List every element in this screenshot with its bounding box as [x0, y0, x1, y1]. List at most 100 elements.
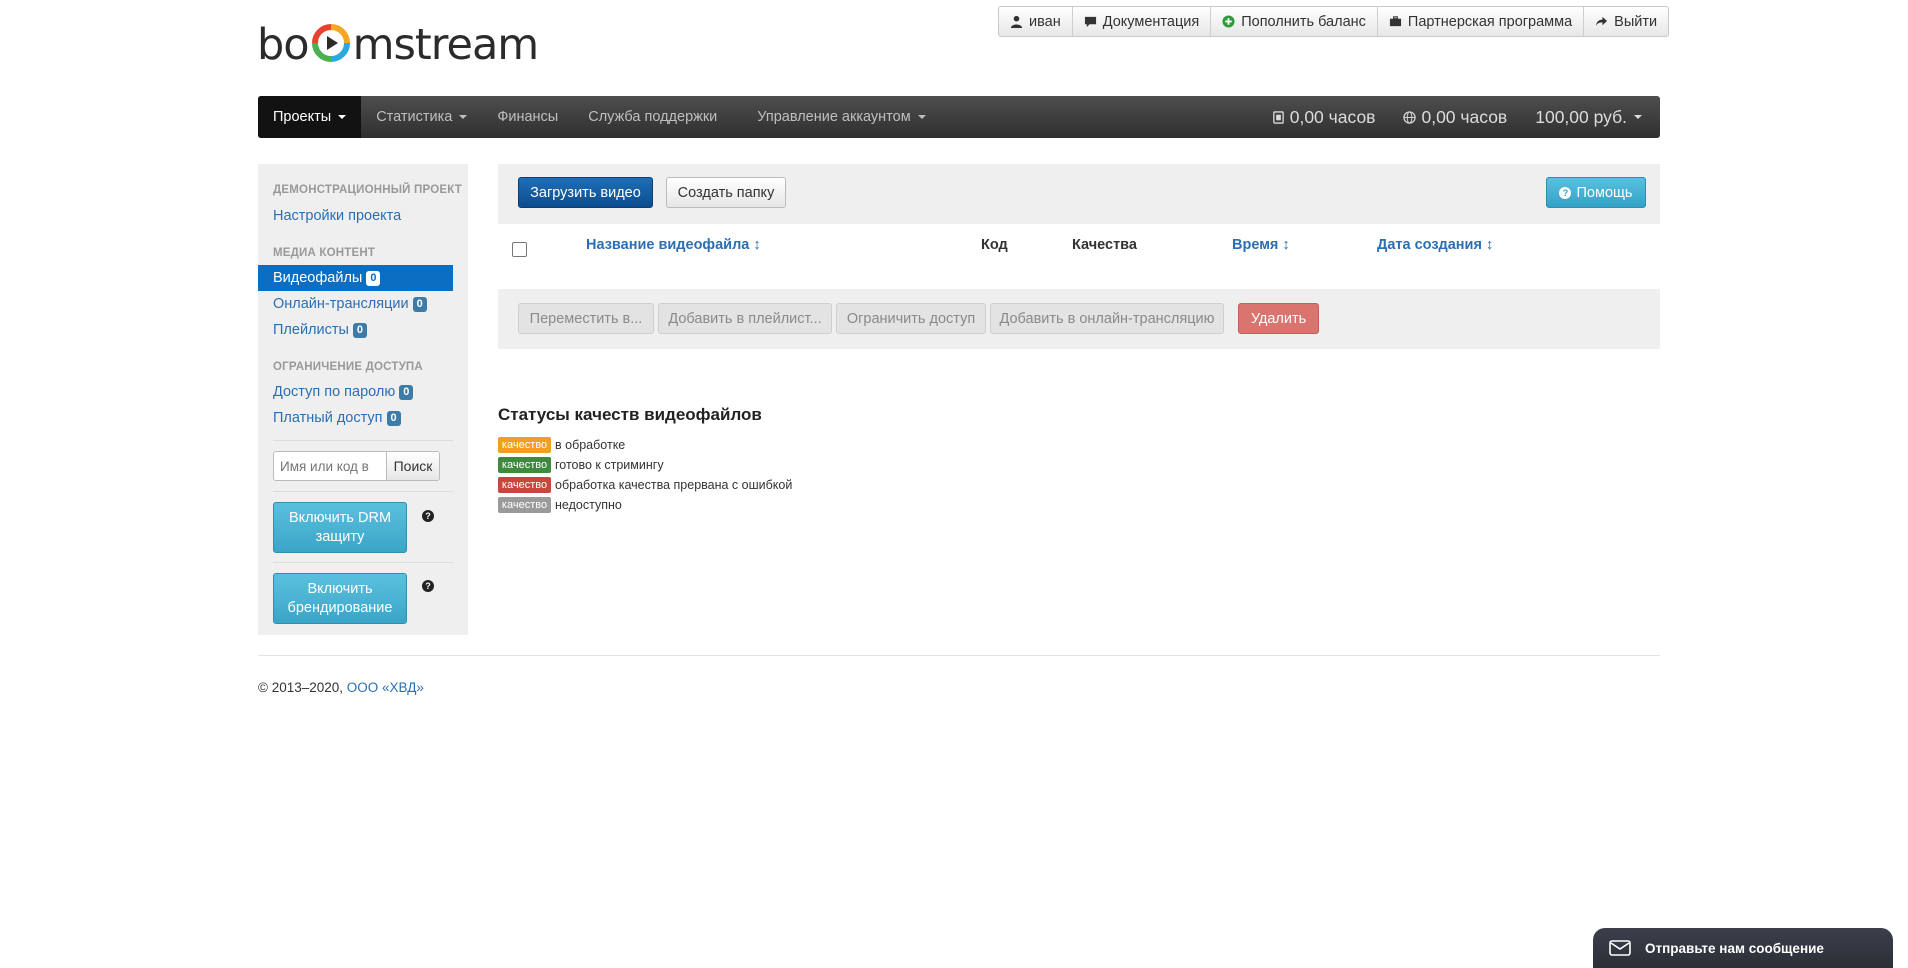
status-badge-ready: качество	[498, 457, 551, 473]
user-icon	[1010, 15, 1023, 28]
question-icon[interactable]: ?	[422, 510, 434, 522]
video-toolbar: Загрузить видео Создать папку ? Помощь	[498, 164, 1660, 224]
envelope-icon	[1609, 940, 1631, 956]
enable-branding-button[interactable]: Включить брендирование	[273, 573, 407, 624]
col-header-created[interactable]: Дата создания ↕	[1377, 237, 1493, 253]
status-text: в обработке	[555, 438, 626, 452]
question-icon[interactable]: ?	[422, 580, 434, 592]
sidebar-header-access: Ограничение доступа	[273, 361, 423, 373]
playlists-count-badge: 0	[352, 322, 368, 338]
nav-support[interactable]: Служба поддержки	[573, 96, 732, 138]
sort-icon: ↕	[753, 237, 761, 253]
sidebar-divider	[273, 491, 453, 492]
nav-account[interactable]: Управление аккаунтом	[732, 96, 940, 138]
drm-label-line2: защиту	[315, 528, 365, 545]
enable-drm-button[interactable]: Включить DRM защиту	[273, 502, 407, 553]
caret-down-icon	[1634, 115, 1642, 119]
status-text: обработка качества прервана с ошибкой	[555, 478, 793, 492]
logout-button[interactable]: Выйти	[1584, 7, 1668, 36]
paid-count-badge: 0	[386, 410, 401, 426]
add-to-live-button[interactable]: Добавить в онлайн-трансляцию	[990, 303, 1224, 334]
delete-button[interactable]: Удалить	[1238, 303, 1319, 334]
col-created-label: Дата создания	[1377, 237, 1482, 253]
user-button[interactable]: иван	[999, 7, 1073, 36]
plus-circle-icon	[1222, 15, 1235, 28]
sidebar-item-project-settings[interactable]: Настройки проекта	[273, 208, 401, 224]
status-badge-error: качество	[498, 477, 551, 493]
topup-button[interactable]: Пополнить баланс	[1211, 7, 1378, 36]
nav-stats[interactable]: Статистика	[361, 96, 482, 138]
caret-down-icon	[338, 115, 347, 119]
question-icon: ?	[1559, 186, 1572, 199]
sidebar-item-label: Плейлисты	[273, 322, 349, 338]
status-badge-processing: качество	[498, 437, 551, 453]
chat-label: Отправьте нам сообщение	[1645, 940, 1824, 956]
sidebar-item-videos[interactable]: Видеофайлы 0	[258, 265, 453, 291]
partner-button[interactable]: Партнерская программа	[1378, 7, 1585, 36]
col-header-quality: Качества	[1072, 237, 1137, 253]
caret-down-icon	[917, 115, 926, 119]
share-arrow-icon	[1596, 16, 1608, 27]
col-header-code: Код	[981, 237, 1008, 253]
live-count-badge: 0	[412, 296, 427, 312]
sidebar-header-media: Медиа контент	[273, 247, 376, 259]
chat-widget[interactable]: Отправьте нам сообщение	[1593, 928, 1893, 968]
nav-account-label: Управление аккаунтом	[757, 109, 911, 125]
statuses-title: Статусы качеств видеофайлов	[498, 405, 762, 424]
sidebar-item-playlists[interactable]: Плейлисты 0	[273, 322, 368, 338]
sort-icon: ↕	[1485, 237, 1494, 253]
sidebar-item-label: Платный доступ	[273, 410, 383, 426]
password-count-badge: 0	[399, 384, 414, 400]
logout-label: Выйти	[1614, 13, 1658, 30]
sidebar-item-paid-access[interactable]: Платный доступ 0	[273, 410, 401, 426]
topup-label: Пополнить баланс	[1241, 13, 1366, 30]
status-row: качество в обработке	[498, 437, 625, 453]
company-link[interactable]: ООО «ХВД»	[347, 680, 424, 695]
comment-icon	[1084, 16, 1096, 28]
sidebar-item-label: Доступ по паролю	[273, 384, 396, 400]
storage-hours: 0,00 часов	[1258, 96, 1390, 138]
move-to-button[interactable]: Переместить в...	[518, 303, 654, 334]
nav-finance[interactable]: Финансы	[482, 96, 573, 138]
restrict-access-button[interactable]: Ограничить доступ	[836, 303, 986, 334]
col-header-name[interactable]: Название видеофайла ↕	[586, 237, 761, 253]
nav-projects[interactable]: Проекты	[258, 96, 362, 138]
globe-icon	[1403, 110, 1417, 124]
col-time-label: Время	[1232, 237, 1279, 253]
status-text: недоступно	[555, 498, 622, 512]
balance-dropdown[interactable]: 100,00 руб.	[1521, 96, 1660, 138]
docs-button[interactable]: Документация	[1073, 7, 1212, 36]
sort-icon: ↕	[1282, 237, 1290, 253]
search-button[interactable]: Поиск	[386, 452, 439, 480]
search-input[interactable]	[274, 452, 386, 480]
col-header-time[interactable]: Время ↕	[1232, 237, 1290, 253]
traffic-hours: 0,00 часов	[1389, 96, 1521, 138]
footer-copyright: © 2013–2020,	[258, 680, 347, 695]
main-navbar: Проекты Статистика Финансы Служба поддер…	[258, 96, 1660, 138]
briefcase-icon	[1389, 16, 1401, 27]
storage-icon	[1272, 110, 1284, 124]
sidebar: Демонстрационный проект Настройки проект…	[258, 164, 468, 635]
sidebar-item-label: Онлайн-трансляции	[273, 296, 409, 312]
help-button[interactable]: ? Помощь	[1546, 177, 1646, 208]
add-to-playlist-button[interactable]: Добавить в плейлист...	[658, 303, 832, 334]
status-badge-unavailable: качество	[498, 497, 551, 513]
boomstream-logo[interactable]: bo mstream	[257, 20, 539, 70]
select-all-checkbox[interactable]	[512, 242, 527, 257]
user-toolbar: иван Документация Пополнить баланс Партн…	[998, 6, 1670, 37]
nav-projects-label: Проекты	[273, 109, 332, 125]
storage-hours-value: 0,00 часов	[1289, 106, 1376, 127]
sidebar-divider	[273, 562, 453, 563]
status-row: качество готово к стримингу	[498, 457, 664, 473]
status-text: готово к стримингу	[555, 458, 664, 472]
upload-video-button[interactable]: Загрузить видео	[518, 177, 653, 208]
sidebar-item-password-access[interactable]: Доступ по паролю 0	[273, 384, 414, 400]
bulk-actions-panel: Переместить в... Добавить в плейлист... …	[498, 289, 1660, 349]
branding-label-line2: брендирование	[287, 599, 393, 616]
create-folder-button[interactable]: Создать папку	[666, 177, 786, 208]
sidebar-item-live[interactable]: Онлайн-трансляции 0	[273, 296, 427, 312]
drm-label-line1: Включить DRM	[288, 509, 392, 526]
help-label: Помощь	[1576, 184, 1633, 201]
branding-label-line1: Включить	[307, 580, 373, 597]
balance-value: 100,00 руб.	[1535, 106, 1627, 127]
